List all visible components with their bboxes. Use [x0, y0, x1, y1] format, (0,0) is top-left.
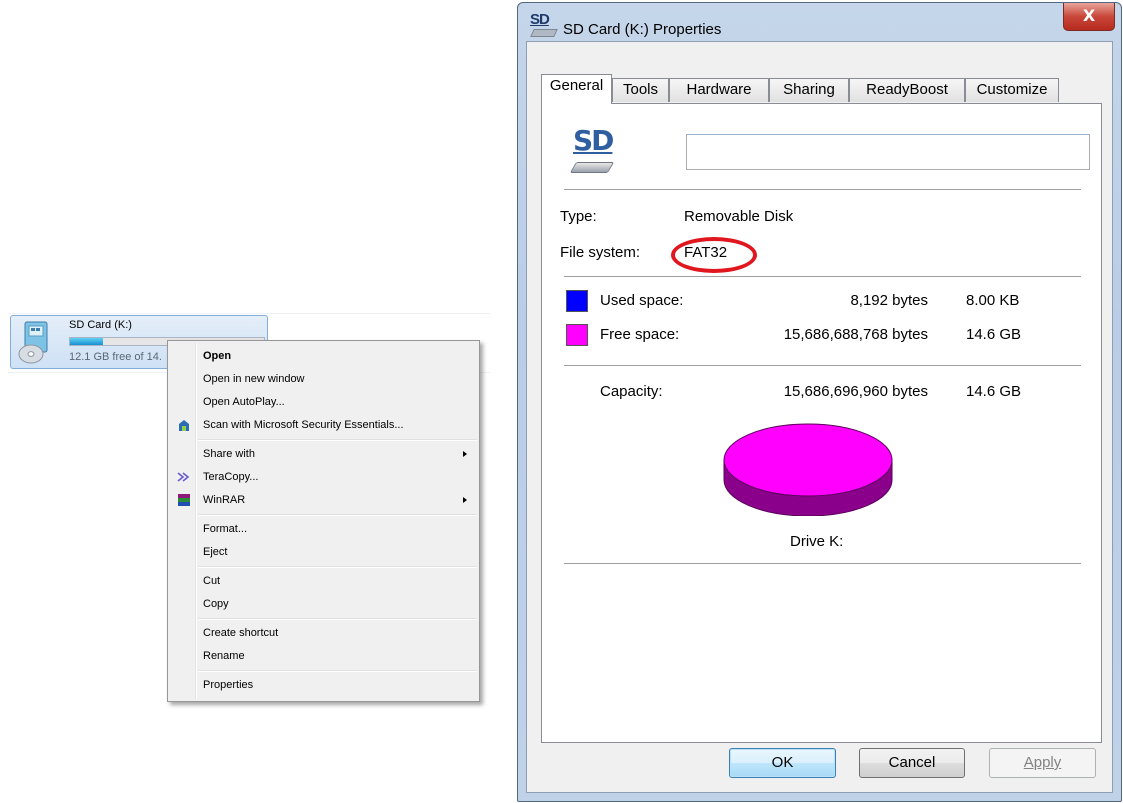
winrar-icon	[176, 493, 192, 507]
cancel-button[interactable]: Cancel	[859, 748, 965, 778]
pie-free-space-slice	[723, 423, 893, 497]
dialog-client-area: General Tools Hardware Sharing ReadyBoos…	[526, 41, 1113, 793]
apply-button[interactable]: Apply	[989, 748, 1096, 778]
context-menu-item-teracopy[interactable]: TeraCopy...	[170, 466, 477, 488]
context-menu-item-copy[interactable]: Copy	[170, 593, 477, 615]
context-menu-item-open-autoplay[interactable]: Open AutoPlay...	[170, 391, 477, 413]
context-menu-item-label: Share with	[203, 448, 255, 460]
disk-usage-pie-chart	[723, 423, 893, 516]
context-menu-item-label: TeraCopy...	[203, 471, 259, 483]
teracopy-icon	[176, 470, 192, 484]
ok-button[interactable]: OK	[729, 748, 836, 778]
tab-hardware[interactable]: Hardware	[669, 78, 769, 102]
tab-tools[interactable]: Tools	[612, 78, 669, 102]
tab-customize[interactable]: Customize	[965, 78, 1059, 102]
context-menu-item-label: Format...	[203, 523, 248, 535]
context-menu-item-cut[interactable]: Cut	[170, 570, 477, 592]
general-tab-panel: SD Type: Removable Disk File system: FAT…	[541, 103, 1102, 743]
free-space-bytes: 15,686,688,768 bytes	[783, 326, 928, 343]
sd-card-title-icon: SD	[528, 11, 558, 41]
tab-readyboost[interactable]: ReadyBoost	[849, 78, 965, 102]
divider	[564, 365, 1081, 367]
context-menu-item-label: Eject	[203, 546, 228, 558]
context-menu-item-share-with[interactable]: Share with	[170, 443, 477, 465]
context-menu-item-create-shortcut[interactable]: Create shortcut	[170, 622, 477, 644]
close-button[interactable]: X	[1063, 3, 1115, 31]
dialog-title: SD Card (K:) Properties	[563, 21, 722, 38]
drive-name: SD Card (K:)	[69, 319, 132, 331]
context-menu-item-label: Open	[203, 350, 232, 362]
free-space-label: Free space:	[600, 326, 680, 343]
type-value: Removable Disk	[684, 208, 794, 225]
free-space-size: 14.6 GB	[966, 326, 1022, 343]
drive-usage-fill	[70, 338, 103, 345]
close-icon: X	[1082, 6, 1096, 25]
tab-sharing[interactable]: Sharing	[769, 78, 849, 102]
context-menu-item-open-in-new-window[interactable]: Open in new window	[170, 368, 477, 390]
submenu-arrow-icon	[463, 451, 467, 457]
context-menu-item-label: Scan with Microsoft Security Essentials.…	[203, 419, 404, 431]
context-menu-separator	[198, 514, 477, 516]
used-space-size: 8.00 KB	[966, 292, 1020, 309]
capacity-bytes: 15,686,696,960 bytes	[783, 383, 928, 400]
drive-caption: Drive K:	[790, 533, 844, 550]
sd-card-drive-icon: SD	[567, 124, 623, 180]
used-space-color-swatch	[566, 290, 588, 312]
context-menu-item-label: Open AutoPlay...	[203, 396, 285, 408]
context-menu-item-scan-with-microsoft-security-essentials[interactable]: Scan with Microsoft Security Essentials.…	[170, 414, 477, 436]
type-label: Type:	[560, 208, 597, 225]
context-menu-item-label: Rename	[203, 650, 245, 662]
context-menu-separator	[198, 618, 477, 620]
context-menu-item-eject[interactable]: Eject	[170, 541, 477, 563]
security-essentials-icon	[176, 418, 192, 432]
context-menu-item-label: Cut	[203, 575, 221, 587]
divider	[564, 189, 1081, 191]
context-menu-item-label: Properties	[203, 679, 254, 691]
used-space-bytes: 8,192 bytes	[850, 292, 928, 309]
file-system-label: File system:	[560, 244, 641, 261]
free-space-color-swatch	[566, 324, 588, 346]
volume-label-input[interactable]	[686, 134, 1090, 170]
red-highlight-circle	[671, 237, 757, 273]
context-menu-separator	[198, 670, 477, 672]
context-menu-item-winrar[interactable]: WinRAR	[170, 489, 477, 511]
capacity-label: Capacity:	[600, 383, 663, 400]
used-space-label: Used space:	[600, 292, 684, 309]
context-menu: Open Open in new window Open AutoPlay... Sc…	[167, 340, 480, 702]
drive-free-space-text: 12.1 GB free of 14.	[69, 351, 162, 363]
context-menu-item-label: Open in new window	[203, 373, 305, 385]
context-menu-item-label: WinRAR	[203, 494, 246, 506]
context-menu-item-label: Copy	[203, 598, 229, 610]
context-menu-separator	[198, 439, 477, 441]
context-menu-item-label: Create shortcut	[203, 627, 279, 639]
context-menu-item-format[interactable]: Format...	[170, 518, 477, 540]
context-menu-separator	[198, 566, 477, 568]
context-menu-item-open[interactable]: Open	[170, 345, 477, 367]
submenu-arrow-icon	[463, 497, 467, 503]
properties-dialog: SD SD Card (K:) Properties X General Too…	[517, 2, 1122, 802]
context-menu-item-rename[interactable]: Rename	[170, 645, 477, 667]
removable-drive-icon	[17, 320, 53, 364]
capacity-size: 14.6 GB	[966, 383, 1022, 400]
divider	[564, 563, 1081, 565]
context-menu-item-properties[interactable]: Properties	[170, 674, 477, 696]
divider	[564, 276, 1081, 278]
tab-general[interactable]: General	[541, 74, 612, 104]
